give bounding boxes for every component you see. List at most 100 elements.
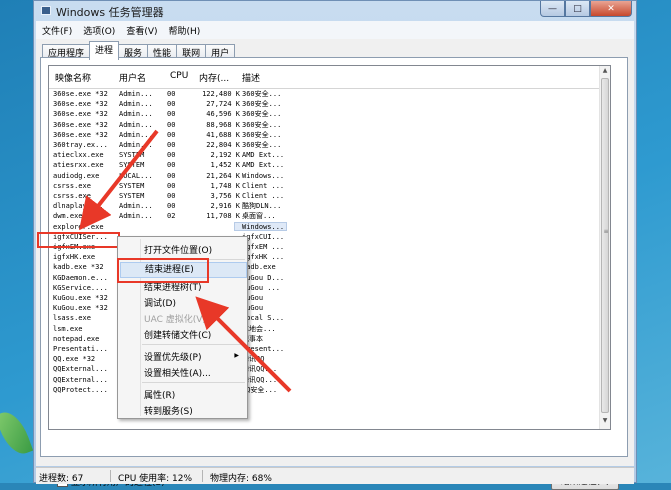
column-image-name[interactable]: 映像名称 (55, 71, 91, 84)
menu-separator (142, 344, 245, 345)
column-header-row: 映像名称 用户名 CPU 内存(... 描述 (49, 66, 602, 89)
column-memory[interactable]: 内存(... (199, 71, 229, 84)
cell-image-name: lsm.exe (53, 324, 83, 333)
close-button[interactable]: ✕ (590, 1, 632, 17)
minimize-button[interactable]: — (540, 1, 565, 17)
menu-options[interactable]: 选项(O) (77, 21, 120, 39)
table-row[interactable]: explorer.exe Windows... (49, 221, 289, 232)
cell-description: Windows... (242, 171, 285, 180)
menu-go-to-service[interactable]: 转到服务(S) (144, 404, 193, 417)
cell-user-name: Admin... (119, 141, 153, 149)
cell-memory: 122,480 K (202, 90, 240, 98)
tab-processes[interactable]: 进程 (89, 41, 120, 60)
cell-description: QQ安全... (242, 385, 278, 394)
cell-cpu: 00 (167, 151, 176, 160)
menu-properties[interactable]: 属性(R) (144, 388, 175, 401)
cell-user-name: Admin... (119, 130, 153, 139)
cell-description: Present... (242, 345, 285, 353)
cell-image-name: KuGou.exe *32 (53, 304, 108, 313)
cell-description: 酷狗DLN... (242, 202, 282, 211)
cell-image-name: explorer.exe (53, 222, 104, 231)
scroll-thumb[interactable]: ≡ (601, 78, 609, 413)
title-bar[interactable]: Windows 任务管理器 — □ ✕ (34, 1, 636, 21)
cell-memory: 27,724 K (206, 100, 240, 109)
submenu-arrow-icon: ▶ (234, 352, 239, 359)
cell-description: AMD Ext... (242, 151, 285, 160)
menu-separator (142, 382, 245, 383)
menu-open-file-location[interactable]: 打开文件位置(O) (144, 243, 212, 256)
status-memory-usage: 物理内存: 68% (210, 474, 272, 484)
table-row[interactable]: dlnaplaye... Admin... 00 2,916 K 酷狗DLN... (49, 201, 289, 211)
table-row[interactable]: atiesrxx.exe SYSTEM 00 1,452 K AMD Ext... (49, 160, 289, 170)
menu-set-priority[interactable]: 设置优先级(P) (144, 350, 201, 363)
table-row[interactable]: dwm.exe Admin... 02 11,708 K 桌面窗... (49, 211, 289, 221)
cell-memory: 2,192 K (210, 151, 240, 160)
cell-memory: 46,596 K (206, 110, 240, 119)
status-divider (110, 470, 111, 482)
scroll-up-arrow-icon[interactable]: ▲ (601, 67, 609, 77)
cell-image-name: atiesrxx.exe (53, 161, 104, 170)
table-row[interactable]: csrss.exe SYSTEM 00 1,748 K Client ... (49, 181, 289, 191)
cell-description: 360安全... (242, 110, 282, 119)
cell-description: KuGou ... (242, 283, 280, 292)
menu-debug[interactable]: 调试(D) (144, 296, 176, 309)
cell-memory: 2,916 K (210, 202, 240, 211)
watermark-text: 经验 (563, 432, 582, 442)
cell-description: KuGou (242, 294, 264, 302)
cell-image-name: lsass.exe (53, 314, 91, 323)
status-divider (202, 470, 203, 482)
cell-cpu: 02 (167, 212, 176, 221)
cell-memory: 88,968 K (206, 120, 240, 129)
column-user-name[interactable]: 用户名 (119, 71, 146, 84)
cell-image-name: notepad.exe (53, 334, 100, 343)
cell-image-name: 360se.exe *32 (53, 100, 108, 109)
cell-description: igfxEM ... (242, 243, 285, 251)
column-cpu[interactable]: CPU (170, 71, 188, 81)
cell-image-name: 360tray.ex... (53, 141, 108, 149)
menu-set-affinity[interactable]: 设置相关性(A)... (144, 366, 211, 379)
vertical-scrollbar[interactable]: ▲ ≡ ▼ (599, 66, 610, 429)
cell-memory: 1,748 K (210, 181, 240, 190)
cell-image-name: QQ.exe *32 (53, 355, 96, 364)
cell-user-name: SYSTEM (119, 181, 145, 190)
cell-description: Windows... (242, 222, 285, 231)
cell-memory: 3,756 K (210, 192, 240, 200)
cell-description: 360安全... (242, 90, 282, 98)
cell-user-name: LOCAL... (119, 171, 153, 180)
cell-image-name: KGService.... (53, 283, 108, 292)
cell-image-name: 360se.exe *32 (53, 130, 108, 139)
cell-description: 桌面窗... (242, 212, 276, 221)
cell-cpu: 00 (167, 171, 176, 180)
menu-create-dump-file[interactable]: 创建转储文件(C) (144, 328, 211, 341)
table-row[interactable]: 360se.exe *32 Admin... 00 88,968 K 360安全... (49, 120, 289, 130)
cell-image-name: atieclxx.exe (53, 151, 104, 160)
menu-view[interactable]: 查看(V) (120, 21, 162, 39)
scroll-down-arrow-icon[interactable]: ▼ (601, 417, 609, 427)
cell-description: 记事本 (242, 334, 263, 343)
menu-help[interactable]: 帮助(H) (163, 21, 206, 39)
table-row[interactable]: audiodg.exe LOCAL... 00 21,264 K Windows... (49, 171, 289, 181)
task-manager-icon (41, 6, 51, 15)
menu-file[interactable]: 文件(F) (36, 21, 77, 39)
cell-image-name: QQExternal... (53, 365, 108, 374)
cell-cpu: 00 (167, 161, 176, 170)
maximize-button[interactable]: □ (565, 1, 590, 17)
column-description[interactable]: 描述 (242, 71, 260, 84)
status-cpu-usage: CPU 使用率: 12% (118, 474, 193, 484)
table-row[interactable]: 360se.exe *32 Admin... 00 41,688 K 360安全... (49, 130, 289, 140)
cell-user-name: Admin... (119, 120, 153, 129)
cell-image-name: QQProtect.... (53, 385, 108, 394)
table-row[interactable]: 360se.exe *32 Admin... 00 27,724 K 360安全... (49, 99, 289, 109)
cell-description: KuGou D... (242, 273, 285, 282)
cell-image-name: 360se.exe *32 (53, 110, 108, 119)
cell-user-name: Admin... (119, 202, 153, 211)
table-row[interactable]: 360tray.ex... Admin... 00 22,804 K 360安全... (49, 140, 289, 150)
table-row[interactable]: 360se.exe *32 Admin... 00 46,596 K 360安全... (49, 109, 289, 119)
table-row[interactable]: atieclxx.exe SYSTEM 00 2,192 K AMD Ext... (49, 150, 289, 160)
cell-image-name: QQExternal... (53, 375, 108, 384)
cell-cpu: 00 (167, 181, 176, 190)
table-row[interactable]: csrss.exe SYSTEM 00 3,756 K Client ... (49, 191, 289, 201)
table-row[interactable]: 360se.exe *32 Admin... 00 122,480 K 360安全... (49, 89, 289, 99)
window-title: Windows 任务管理器 (56, 6, 164, 19)
cell-description: Client ... (242, 192, 285, 200)
